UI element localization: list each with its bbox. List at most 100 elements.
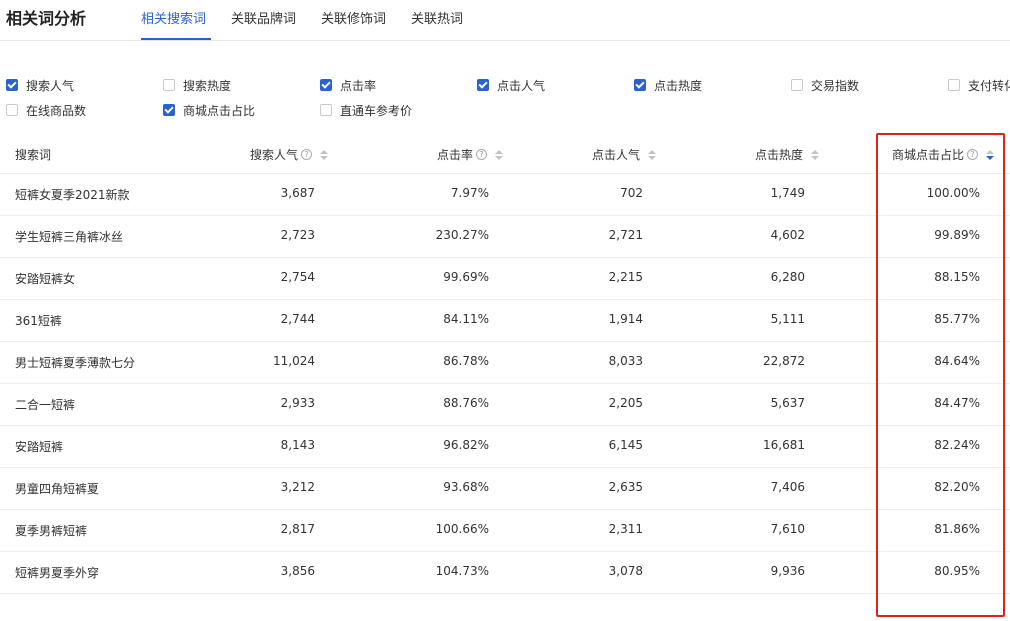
search-popularity-cell: 8,143 — [280, 438, 315, 452]
click-heat-cell: 9,936 — [770, 564, 805, 578]
tab-related-hot-words[interactable]: 关联热词 — [411, 8, 463, 27]
header: 相关词分析 相关搜索词 关联品牌词 关联修饰词 关联热词 — [0, 0, 1010, 41]
search-popularity-cell: 2,817 — [280, 522, 315, 536]
metric-checkbox-trade-index[interactable]: 交易指数 — [791, 76, 859, 94]
metric-checkbox-click-heat[interactable]: 点击热度 — [634, 76, 702, 94]
metric-label: 点击人气 — [497, 78, 546, 93]
click-heat-cell: 6,280 — [770, 270, 805, 284]
table-row[interactable]: 短裤女夏季2021新款 3,687 7.97% 702 1,749 100.00% — [0, 174, 1010, 216]
click-popularity-cell: 3,078 — [608, 564, 643, 578]
click-popularity-cell: 2,205 — [608, 396, 643, 410]
metric-checkbox-click-popularity[interactable]: 点击人气 — [477, 76, 545, 94]
column-header-keyword: 搜索词 — [15, 146, 51, 163]
keyword-cell: 男童四角短裤夏 — [15, 482, 100, 496]
metric-checkbox-online-products[interactable]: 在线商品数 — [6, 101, 86, 119]
metric-checkbox-mall-click-ratio[interactable]: 商城点击占比 — [163, 101, 255, 119]
table-row[interactable]: 短裤男夏季外穿 3,856 104.73% 3,078 9,936 80.95% — [0, 552, 1010, 594]
metric-label: 交易指数 — [811, 78, 860, 93]
column-label: 点击率 — [437, 148, 474, 162]
click-popularity-cell: 702 — [620, 186, 643, 200]
click-popularity-cell: 6,145 — [608, 438, 643, 452]
sort-icon-active[interactable] — [986, 149, 995, 160]
column-header-search-popularity[interactable]: 搜索人气 ? — [250, 146, 329, 163]
checkbox[interactable] — [791, 79, 803, 91]
search-popularity-cell: 3,687 — [280, 186, 315, 200]
metric-label: 直通车参考价 — [340, 103, 413, 118]
column-label: 商城点击占比 — [892, 148, 965, 162]
search-popularity-cell: 11,024 — [273, 354, 315, 368]
keyword-cell: 夏季男裤短裤 — [15, 524, 88, 538]
column-label: 点击热度 — [755, 148, 804, 162]
click-heat-cell: 4,602 — [770, 228, 805, 242]
table-row[interactable]: 361短裤 2,744 84.11% 1,914 5,111 85.77% — [0, 300, 1010, 342]
mall-click-ratio-cell: 84.64% — [934, 354, 980, 368]
table-row[interactable]: 安踏短裤 8,143 96.82% 6,145 16,681 82.24% — [0, 426, 1010, 468]
column-header-click-popularity[interactable]: 点击人气 — [592, 146, 657, 163]
metric-label: 点击率 — [340, 78, 377, 93]
column-header-mall-click-ratio[interactable]: 商城点击占比 ? — [892, 146, 995, 163]
checkbox[interactable] — [163, 104, 175, 116]
table-row[interactable]: 安踏短裤女 2,754 99.69% 2,215 6,280 88.15% — [0, 258, 1010, 300]
help-icon[interactable]: ? — [301, 149, 313, 160]
metric-checkbox-click-rate[interactable]: 点击率 — [320, 76, 376, 94]
sort-icon[interactable] — [811, 149, 820, 160]
checkbox[interactable] — [320, 104, 332, 116]
table-row[interactable]: 男士短裤夏季薄款七分 11,024 86.78% 8,033 22,872 84.64% — [0, 342, 1010, 384]
checkbox[interactable] — [477, 79, 489, 91]
metric-checkbox-ztc-reference-price[interactable]: 直通车参考价 — [320, 101, 412, 119]
mall-click-ratio-cell: 85.77% — [934, 312, 980, 326]
search-popularity-cell: 3,856 — [280, 564, 315, 578]
tab-related-search-words[interactable]: 相关搜索词 — [141, 8, 206, 27]
help-icon[interactable]: ? — [476, 149, 488, 160]
mall-click-ratio-cell: 84.47% — [934, 396, 980, 410]
click-heat-cell: 7,406 — [770, 480, 805, 494]
click-rate-cell: 88.76% — [443, 396, 489, 410]
click-heat-cell: 7,610 — [770, 522, 805, 536]
checkbox[interactable] — [948, 79, 960, 91]
column-header-click-heat[interactable]: 点击热度 — [755, 146, 820, 163]
metric-checkbox-search-heat[interactable]: 搜索热度 — [163, 76, 231, 94]
table-row[interactable]: 男童四角短裤夏 3,212 93.68% 2,635 7,406 82.20% — [0, 468, 1010, 510]
help-icon[interactable]: ? — [967, 149, 979, 160]
metric-selector: 搜索人气 搜索热度 点击率 点击人气 点击热度 交易指数 支付转化 在线商品数 … — [0, 70, 1010, 130]
table-row[interactable]: 二合一短裤 2,933 88.76% 2,205 5,637 84.47% — [0, 384, 1010, 426]
click-popularity-cell: 8,033 — [608, 354, 643, 368]
keyword-cell: 男士短裤夏季薄款七分 — [15, 356, 136, 370]
table-row[interactable]: 学生短裤三角裤冰丝 2,723 230.27% 2,721 4,602 99.89% — [0, 216, 1010, 258]
column-header-click-rate[interactable]: 点击率 ? — [437, 146, 504, 163]
click-rate-cell: 96.82% — [443, 438, 489, 452]
search-popularity-cell: 2,723 — [280, 228, 315, 242]
click-rate-cell: 84.11% — [443, 312, 489, 326]
tab-related-modifier-words[interactable]: 关联修饰词 — [321, 8, 386, 27]
mall-click-ratio-cell: 82.24% — [934, 438, 980, 452]
checkbox[interactable] — [6, 79, 18, 91]
checkbox[interactable] — [320, 79, 332, 91]
column-label: 点击人气 — [592, 148, 641, 162]
click-popularity-cell: 1,914 — [608, 312, 643, 326]
click-rate-cell: 99.69% — [443, 270, 489, 284]
search-popularity-cell: 2,933 — [280, 396, 315, 410]
click-rate-cell: 93.68% — [443, 480, 489, 494]
table-row[interactable]: 夏季男裤短裤 2,817 100.66% 2,311 7,610 81.86% — [0, 510, 1010, 552]
click-popularity-cell: 2,311 — [608, 522, 643, 536]
keyword-cell: 短裤男夏季外穿 — [15, 566, 100, 580]
keyword-cell: 361短裤 — [15, 314, 62, 328]
checkbox[interactable] — [634, 79, 646, 91]
click-rate-cell: 86.78% — [443, 354, 489, 368]
sort-icon[interactable] — [648, 149, 657, 160]
metric-checkbox-search-popularity[interactable]: 搜索人气 — [6, 76, 74, 94]
metric-checkbox-payment-conversion[interactable]: 支付转化 — [948, 76, 1010, 94]
keyword-cell: 安踏短裤女 — [15, 272, 76, 286]
mall-click-ratio-cell: 100.00% — [926, 186, 980, 200]
click-heat-cell: 5,637 — [770, 396, 805, 410]
click-heat-cell: 1,749 — [770, 186, 805, 200]
checkbox[interactable] — [163, 79, 175, 91]
sort-icon[interactable] — [320, 149, 329, 160]
checkbox[interactable] — [6, 104, 18, 116]
sort-icon[interactable] — [495, 149, 504, 160]
tab-related-brand-words[interactable]: 关联品牌词 — [231, 8, 296, 27]
click-rate-cell: 230.27% — [435, 228, 489, 242]
mall-click-ratio-cell: 82.20% — [934, 480, 980, 494]
page-title: 相关词分析 — [6, 9, 87, 28]
column-label: 搜索人气 — [250, 148, 299, 162]
